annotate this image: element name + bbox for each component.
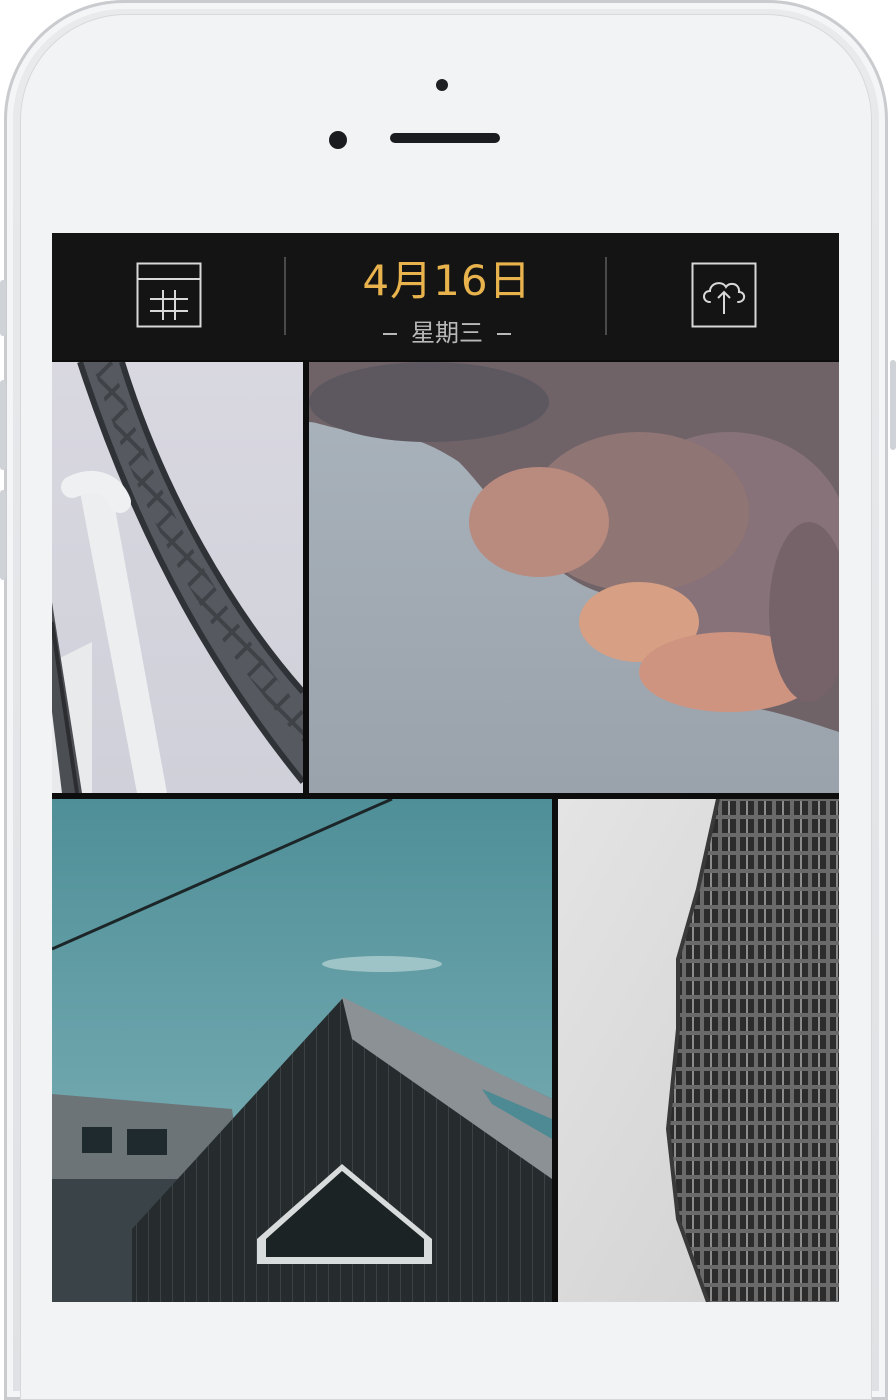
date-label: 4月16日: [362, 256, 532, 305]
header-divider: [605, 257, 607, 335]
weekday-text: 星期三: [411, 319, 483, 347]
side-button: [0, 380, 6, 470]
side-button: [890, 360, 896, 450]
cloud-upload-icon[interactable]: [691, 262, 757, 328]
skyscraper-photo[interactable]: [558, 799, 839, 1302]
dash-left: [383, 333, 397, 335]
header-divider: [284, 257, 286, 335]
cloud-photo[interactable]: [309, 362, 839, 793]
earpiece-speaker: [390, 133, 500, 143]
house-photo[interactable]: [52, 799, 552, 1302]
front-camera: [329, 131, 347, 149]
dash-right: [497, 333, 511, 335]
date-header: 4月16日 星期三: [52, 233, 839, 360]
side-button: [0, 280, 6, 336]
app-screen: 4月16日 星期三: [52, 233, 839, 1302]
grid-calendar-icon[interactable]: [136, 262, 202, 328]
roller-coaster-photo[interactable]: [52, 362, 303, 793]
weekday-label: 星期三: [297, 313, 597, 348]
side-button: [0, 490, 6, 580]
proximity-sensor: [436, 79, 448, 91]
